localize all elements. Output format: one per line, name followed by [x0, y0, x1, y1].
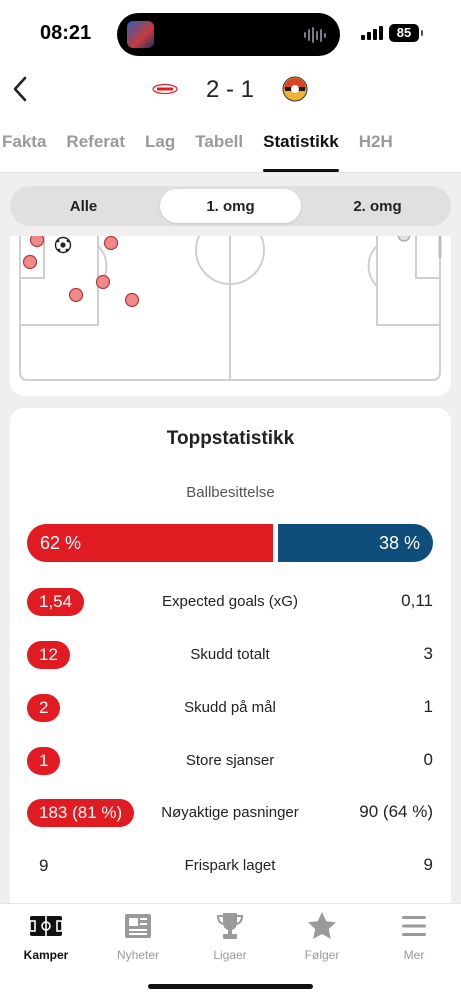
menu-icon	[402, 916, 426, 936]
stat-home-value: 1	[27, 747, 61, 775]
stat-away-value: 0	[423, 750, 433, 769]
possession-bar: 62 % 38 %	[27, 524, 433, 562]
stat-row-xg: 1,54 Expected goals (xG) 0,11	[27, 588, 433, 618]
top-stats-title: Toppstatistikk	[166, 428, 295, 449]
nav-folger[interactable]: Følger	[276, 910, 368, 962]
stat-home-value: 12	[27, 641, 70, 669]
stat-row-accurate-passes: 183 (81 %) Nøyaktige pasninger 90 (64 %)	[27, 799, 433, 829]
news-icon	[125, 914, 151, 938]
header-divider	[0, 172, 461, 173]
shot-marker[interactable]	[95, 274, 111, 290]
back-chevron-icon[interactable]	[8, 74, 32, 104]
possession-home-value: 62 %	[40, 532, 82, 553]
nav-mer[interactable]: Mer	[368, 910, 460, 962]
nav-ligaer[interactable]: Ligaer	[184, 910, 276, 962]
shot-map-pitch	[19, 236, 442, 381]
tab-statistikk[interactable]: Statistikk	[253, 132, 349, 172]
battery-level: 85	[396, 25, 412, 40]
match-tabs: Fakta Referat Lag Tabell Statistikk H2H	[0, 132, 403, 172]
stat-row-shots-on-target: 2 Skudd på mål 1	[27, 694, 433, 724]
stat-home-value: 1,54	[27, 588, 85, 616]
nav-nyheter[interactable]: Nyheter	[92, 910, 184, 962]
shot-marker[interactable]	[29, 236, 45, 248]
stat-away-value: 0,11	[401, 591, 433, 610]
stat-row-shots-total: 12 Skudd totalt 3	[27, 641, 433, 671]
possession-away: 38 %	[277, 524, 433, 562]
stat-label: Store sjanser	[185, 752, 275, 769]
trophy-icon	[216, 913, 244, 939]
shot-marker[interactable]	[397, 236, 411, 242]
stat-home-value: 2	[27, 694, 61, 722]
battery-icon: 85	[389, 24, 423, 42]
star-icon	[308, 912, 336, 939]
stat-away-value: 9	[423, 855, 433, 874]
tab-referat[interactable]: Referat	[56, 132, 135, 172]
brann-logo-icon[interactable]	[152, 82, 178, 96]
stat-row-free-kicks: 9 Frispark laget 9	[27, 852, 433, 882]
stat-label: Skudd på mål	[184, 699, 276, 716]
match-score: 2 - 1	[205, 76, 255, 103]
stat-away-value: 1	[423, 697, 433, 716]
stat-label: Skudd totalt	[190, 646, 270, 663]
stat-home-value: 9	[39, 856, 49, 875]
period-second-half-button[interactable]: 2. omg	[307, 189, 448, 223]
shot-marker[interactable]	[124, 292, 140, 308]
stat-label: Expected goals (xG)	[162, 593, 298, 610]
tab-fakta[interactable]: Fakta	[0, 132, 56, 172]
stat-away-value: 3	[423, 644, 433, 663]
stat-away-value: 90 (64 %)	[359, 802, 433, 821]
audio-wave-icon	[304, 27, 326, 43]
period-first-half-button[interactable]: 1. omg	[160, 189, 301, 223]
possession-label: Ballbesittelse	[186, 484, 275, 501]
shot-marker[interactable]	[22, 254, 38, 270]
stromsgodset-logo-icon[interactable]	[282, 76, 308, 102]
top-stats-card: Toppstatistikk Ballbesittelse 62 % 38 % …	[10, 408, 451, 908]
cellular-signal-icon	[361, 25, 383, 40]
match-header: 2 - 1 Fakta Referat Lag Tabell Statistik…	[0, 62, 461, 172]
stat-row-big-chances: 1 Store sjanser 0	[27, 747, 433, 777]
possession-home: 62 %	[27, 524, 273, 562]
nav-kamper[interactable]: Kamper	[0, 910, 92, 962]
tab-lag[interactable]: Lag	[135, 132, 185, 172]
shot-marker[interactable]	[68, 287, 84, 303]
tab-tabell[interactable]: Tabell	[185, 132, 253, 172]
period-all-button[interactable]: Alle	[13, 189, 154, 223]
status-bar: 08:21 85	[0, 0, 461, 62]
pitch-icon	[29, 916, 63, 936]
home-indicator[interactable]	[148, 984, 313, 989]
shot-marker[interactable]	[103, 236, 119, 251]
shot-map-card	[10, 236, 451, 396]
tab-h2h[interactable]: H2H	[349, 132, 403, 172]
period-filter: Alle 1. omg 2. omg	[10, 186, 451, 226]
stat-label: Nøyaktige pasninger	[161, 804, 299, 821]
status-time: 08:21	[40, 22, 92, 44]
now-playing-app-icon	[127, 21, 154, 48]
dynamic-island	[117, 13, 340, 56]
goal-ball-icon[interactable]	[54, 236, 72, 254]
stat-label: Frispark laget	[184, 857, 276, 874]
possession-away-value: 38 %	[378, 532, 420, 553]
